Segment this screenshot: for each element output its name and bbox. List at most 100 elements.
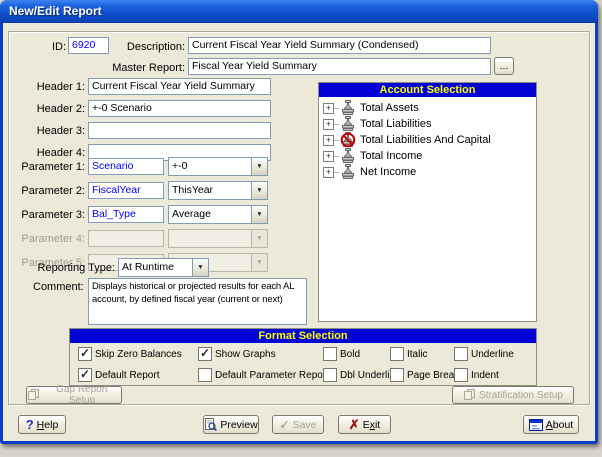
header3-input[interactable] [88, 122, 271, 139]
help-button[interactable]: ? Help [18, 415, 66, 434]
chevron-down-icon[interactable]: ▼ [192, 259, 208, 276]
stratification-setup-label: Stratification Setup [479, 390, 563, 401]
gap-report-setup-button: Gap Report Setup [26, 386, 122, 404]
parameter1-label: Parameter 1: [10, 161, 85, 173]
chevron-down-icon[interactable]: ▼ [251, 158, 267, 175]
parameter1-input[interactable]: Scenario [88, 158, 164, 175]
parameter1-combo[interactable]: +-0▼ [168, 157, 268, 176]
header2-label: Header 2: [10, 103, 85, 115]
chevron-down-icon[interactable]: ▼ [251, 182, 267, 199]
checkbox-label: Default Report [95, 370, 159, 381]
preview-icon [204, 418, 217, 431]
parameter1-value: Scenario [92, 160, 133, 172]
reporting-type-combo[interactable]: At Runtime▼ [118, 258, 209, 277]
format-selection-panel: Format Selection Skip Zero Balances Show… [69, 328, 537, 386]
expand-icon[interactable]: + [323, 135, 334, 146]
parameter4-combo: ▼ [168, 229, 268, 248]
browse-button[interactable]: ... [494, 57, 514, 75]
expand-icon[interactable]: + [323, 103, 334, 114]
parameter2-combo[interactable]: ThisYear▼ [168, 181, 268, 200]
checkbox-label: Show Graphs [215, 349, 276, 360]
tree-item-label: Total Income [360, 150, 422, 162]
chevron-down-icon[interactable]: ▼ [251, 206, 267, 223]
format-selection-header: Format Selection [70, 329, 536, 343]
checkbox-skip-zero-balances[interactable] [78, 347, 92, 361]
checkbox-label: Italic [407, 349, 428, 360]
parameter2-input[interactable]: FiscalYear [88, 182, 164, 199]
checkbox-default-report[interactable] [78, 368, 92, 382]
reporting-type-label: Reporting Type: [28, 262, 115, 274]
chevron-down-icon: ▼ [251, 230, 267, 247]
expand-icon[interactable]: + [323, 119, 334, 130]
stamp-icon [340, 164, 356, 180]
save-button: ✓ Save [272, 415, 324, 434]
description-value: Current Fiscal Year Yield Summary (Conde… [192, 39, 418, 51]
expand-icon[interactable]: + [323, 167, 334, 178]
titlebar[interactable]: New/Edit Report [0, 0, 598, 23]
checkbox-bold[interactable] [323, 347, 337, 361]
checkbox-show-graphs[interactable] [198, 347, 212, 361]
parameter4-input [88, 230, 164, 247]
about-label: About [546, 419, 573, 431]
header1-value: Current Fiscal Year Yield Summary [92, 80, 255, 92]
parameter3-option: Average [169, 206, 251, 223]
tree-connector [334, 124, 339, 125]
parameter4-option [169, 230, 251, 247]
account-selection-panel: Account Selection + Total Assets + Total… [318, 82, 537, 322]
stamp-icon [340, 100, 356, 116]
tree-item-total-liabilities-and-capital[interactable]: + Total Liabilities And Capital [319, 132, 536, 148]
exit-button[interactable]: ✗ Exit [338, 415, 391, 434]
master-report-value: Fiscal Year Yield Summary [192, 60, 317, 72]
parameter3-input[interactable]: Bal_Type [88, 206, 164, 223]
header3-label: Header 3: [10, 125, 85, 137]
tree-item-label: Total Liabilities And Capital [360, 134, 491, 146]
parameter4-label: Parameter 4: [10, 233, 85, 245]
checkbox-italic[interactable] [390, 347, 404, 361]
account-selection-header: Account Selection [319, 83, 536, 97]
header1-input[interactable]: Current Fiscal Year Yield Summary [88, 78, 271, 95]
checkbox-label: Bold [340, 349, 360, 360]
parameter2-label: Parameter 2: [10, 185, 85, 197]
header2-value: +-0 Scenario [92, 102, 152, 114]
tree-item-total-income[interactable]: + Total Income [319, 148, 536, 164]
tree-connector [334, 156, 339, 157]
save-check-icon: ✓ [280, 418, 290, 432]
preview-button[interactable]: Preview [203, 415, 259, 434]
description-label: Description: [88, 41, 185, 53]
checkbox-label: Underline [471, 349, 514, 360]
browse-label: ... [500, 60, 509, 72]
preview-label: Preview [220, 419, 257, 431]
checkbox-default-parameter-report[interactable] [198, 368, 212, 382]
checkbox-indent[interactable] [454, 368, 468, 382]
id-label: ID: [36, 41, 66, 53]
tree-item-total-assets[interactable]: + Total Assets [319, 100, 536, 116]
stratification-setup-button: Stratification Setup [452, 386, 574, 404]
header1-label: Header 1: [10, 81, 85, 93]
parameter3-value: Bal_Type [92, 208, 136, 220]
parameter2-value: FiscalYear [92, 184, 141, 196]
parameter3-combo[interactable]: Average▼ [168, 205, 268, 224]
about-button[interactable]: About [523, 415, 579, 434]
help-label: Help [37, 419, 59, 431]
checkbox-underline[interactable] [454, 347, 468, 361]
description-input[interactable]: Current Fiscal Year Yield Summary (Conde… [188, 37, 491, 54]
comment-label: Comment: [33, 281, 83, 293]
master-report-input[interactable]: Fiscal Year Yield Summary [188, 58, 491, 75]
checkbox-dbl-underline[interactable] [323, 368, 337, 382]
account-tree[interactable]: + Total Assets + Total Liabilities + [319, 97, 536, 321]
chevron-down-icon: ▼ [251, 254, 267, 271]
expand-icon[interactable]: + [323, 151, 334, 162]
header2-input[interactable]: +-0 Scenario [88, 100, 271, 117]
tree-item-total-liabilities[interactable]: + Total Liabilities [319, 116, 536, 132]
parameter3-label: Parameter 3: [10, 209, 85, 221]
reporting-type-value: At Runtime [119, 259, 192, 276]
checkbox-label: Skip Zero Balances [95, 349, 182, 360]
save-label: Save [293, 419, 317, 431]
checkbox-page-break[interactable] [390, 368, 404, 382]
tree-item-net-income[interactable]: + Net Income [319, 164, 536, 180]
exit-x-icon: ✗ [349, 418, 360, 431]
checkbox-label: Indent [471, 370, 499, 381]
checkbox-label: Default Parameter Report [215, 370, 329, 381]
comment-textarea[interactable]: Displays historical or projected results… [88, 278, 307, 325]
checkbox-label: Page Break [407, 370, 459, 381]
